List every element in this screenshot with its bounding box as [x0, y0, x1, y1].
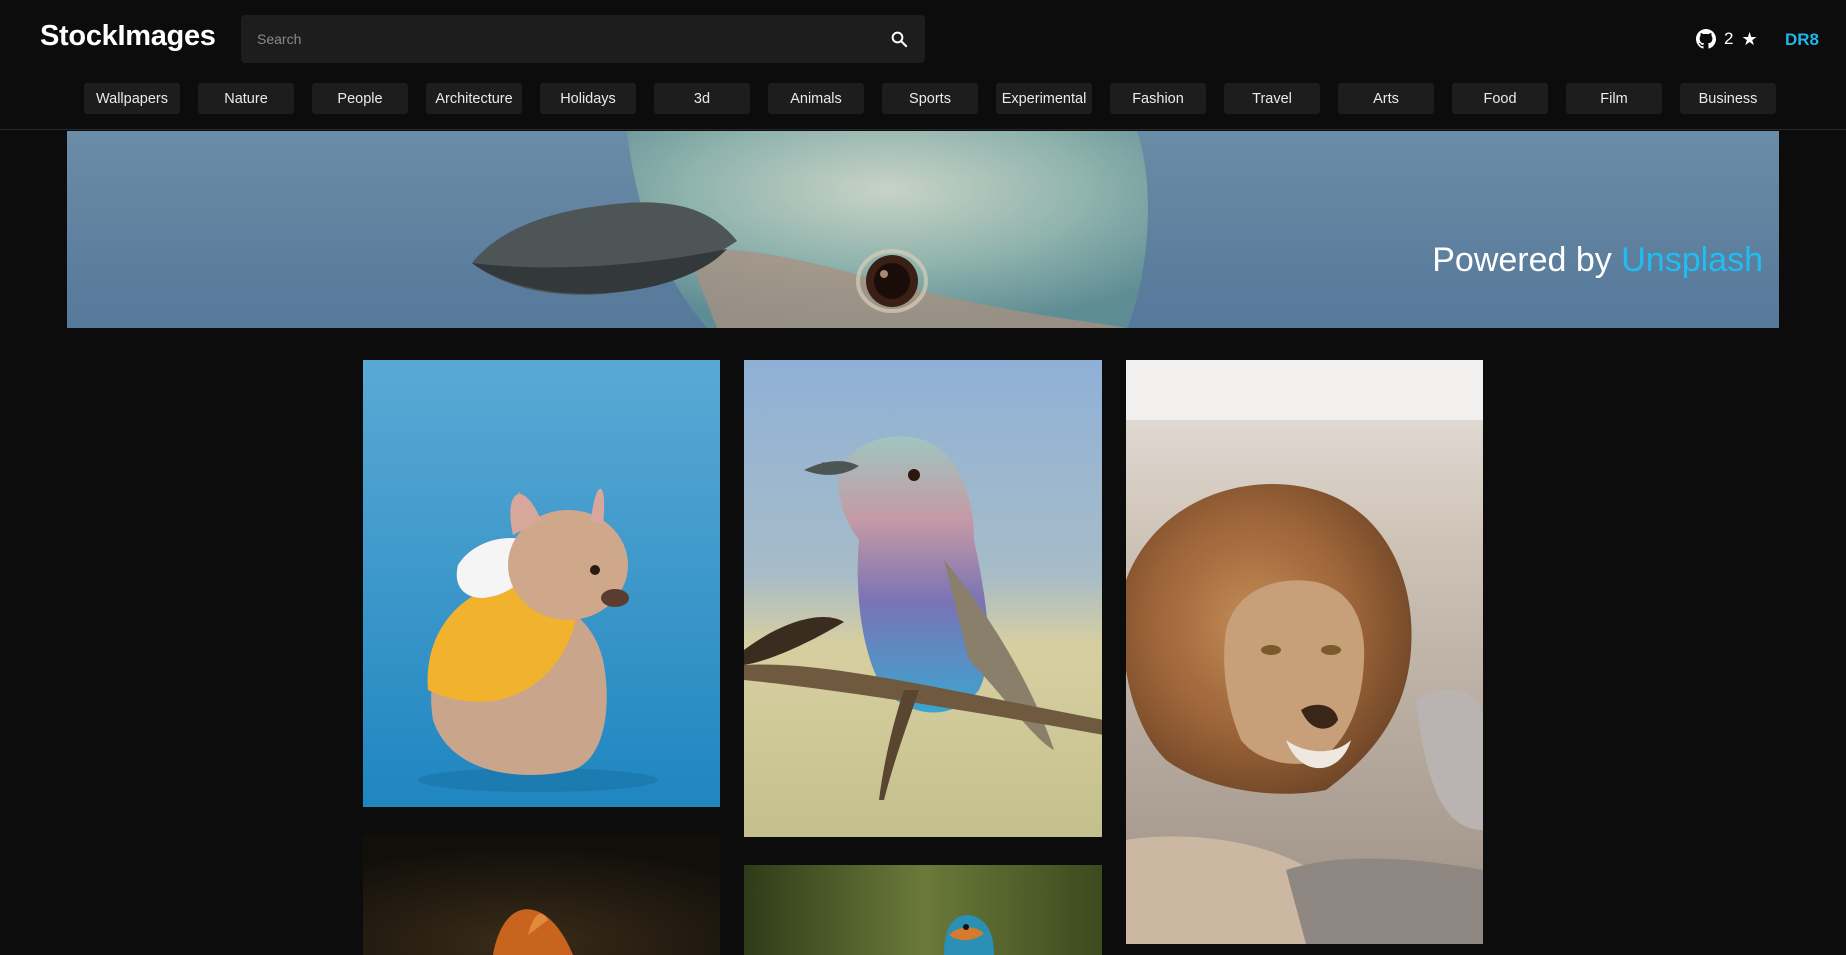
top-nav: StockImages 2 ★ DR8 Wallpapers Nature Peop…	[0, 0, 1846, 130]
github-stars-link[interactable]: 2 ★	[1696, 25, 1758, 53]
lion-photo	[1126, 360, 1483, 944]
bulldog-photo	[363, 360, 720, 807]
category-business[interactable]: Business	[1680, 83, 1776, 114]
category-holidays[interactable]: Holidays	[540, 83, 636, 114]
category-animals[interactable]: Animals	[768, 83, 864, 114]
category-travel[interactable]: Travel	[1224, 83, 1320, 114]
category-wallpapers[interactable]: Wallpapers	[84, 83, 180, 114]
star-icon: ★	[1741, 28, 1758, 49]
category-food[interactable]: Food	[1452, 83, 1548, 114]
github-icon	[1696, 29, 1716, 49]
site-logo[interactable]: StockImages	[40, 20, 216, 53]
gallery-image-bulldog[interactable]	[363, 360, 720, 807]
category-people[interactable]: People	[312, 83, 408, 114]
search-input[interactable]	[241, 15, 861, 63]
search-icon	[891, 31, 908, 48]
squirrel-photo	[363, 835, 720, 955]
category-fashion[interactable]: Fashion	[1110, 83, 1206, 114]
category-sports[interactable]: Sports	[882, 83, 978, 114]
category-3d[interactable]: 3d	[654, 83, 750, 114]
banner-bird-image	[67, 131, 1779, 328]
powered-by-text: Powered by	[1432, 241, 1612, 279]
search-bar	[241, 15, 925, 63]
category-nature[interactable]: Nature	[198, 83, 294, 114]
category-experimental[interactable]: Experimental	[996, 83, 1092, 114]
gallery-image-squirrel[interactable]	[363, 835, 720, 955]
search-button[interactable]	[887, 27, 911, 51]
category-architecture[interactable]: Architecture	[426, 83, 522, 114]
gallery-image-kingfisher[interactable]	[744, 865, 1102, 955]
category-film[interactable]: Film	[1566, 83, 1662, 114]
github-star-count: 2	[1724, 29, 1734, 48]
kingfisher-photo	[744, 865, 1102, 955]
gallery-image-bird[interactable]	[744, 360, 1102, 837]
user-profile-link[interactable]: DR8	[1785, 30, 1819, 50]
category-arts[interactable]: Arts	[1338, 83, 1434, 114]
roller-bird-photo	[744, 360, 1102, 837]
banner-credit: Powered by Unsplash	[1432, 241, 1763, 280]
unsplash-link[interactable]: Unsplash	[1621, 241, 1763, 279]
hero-banner: Powered by Unsplash	[67, 131, 1779, 328]
gallery-image-lion[interactable]	[1126, 360, 1483, 944]
